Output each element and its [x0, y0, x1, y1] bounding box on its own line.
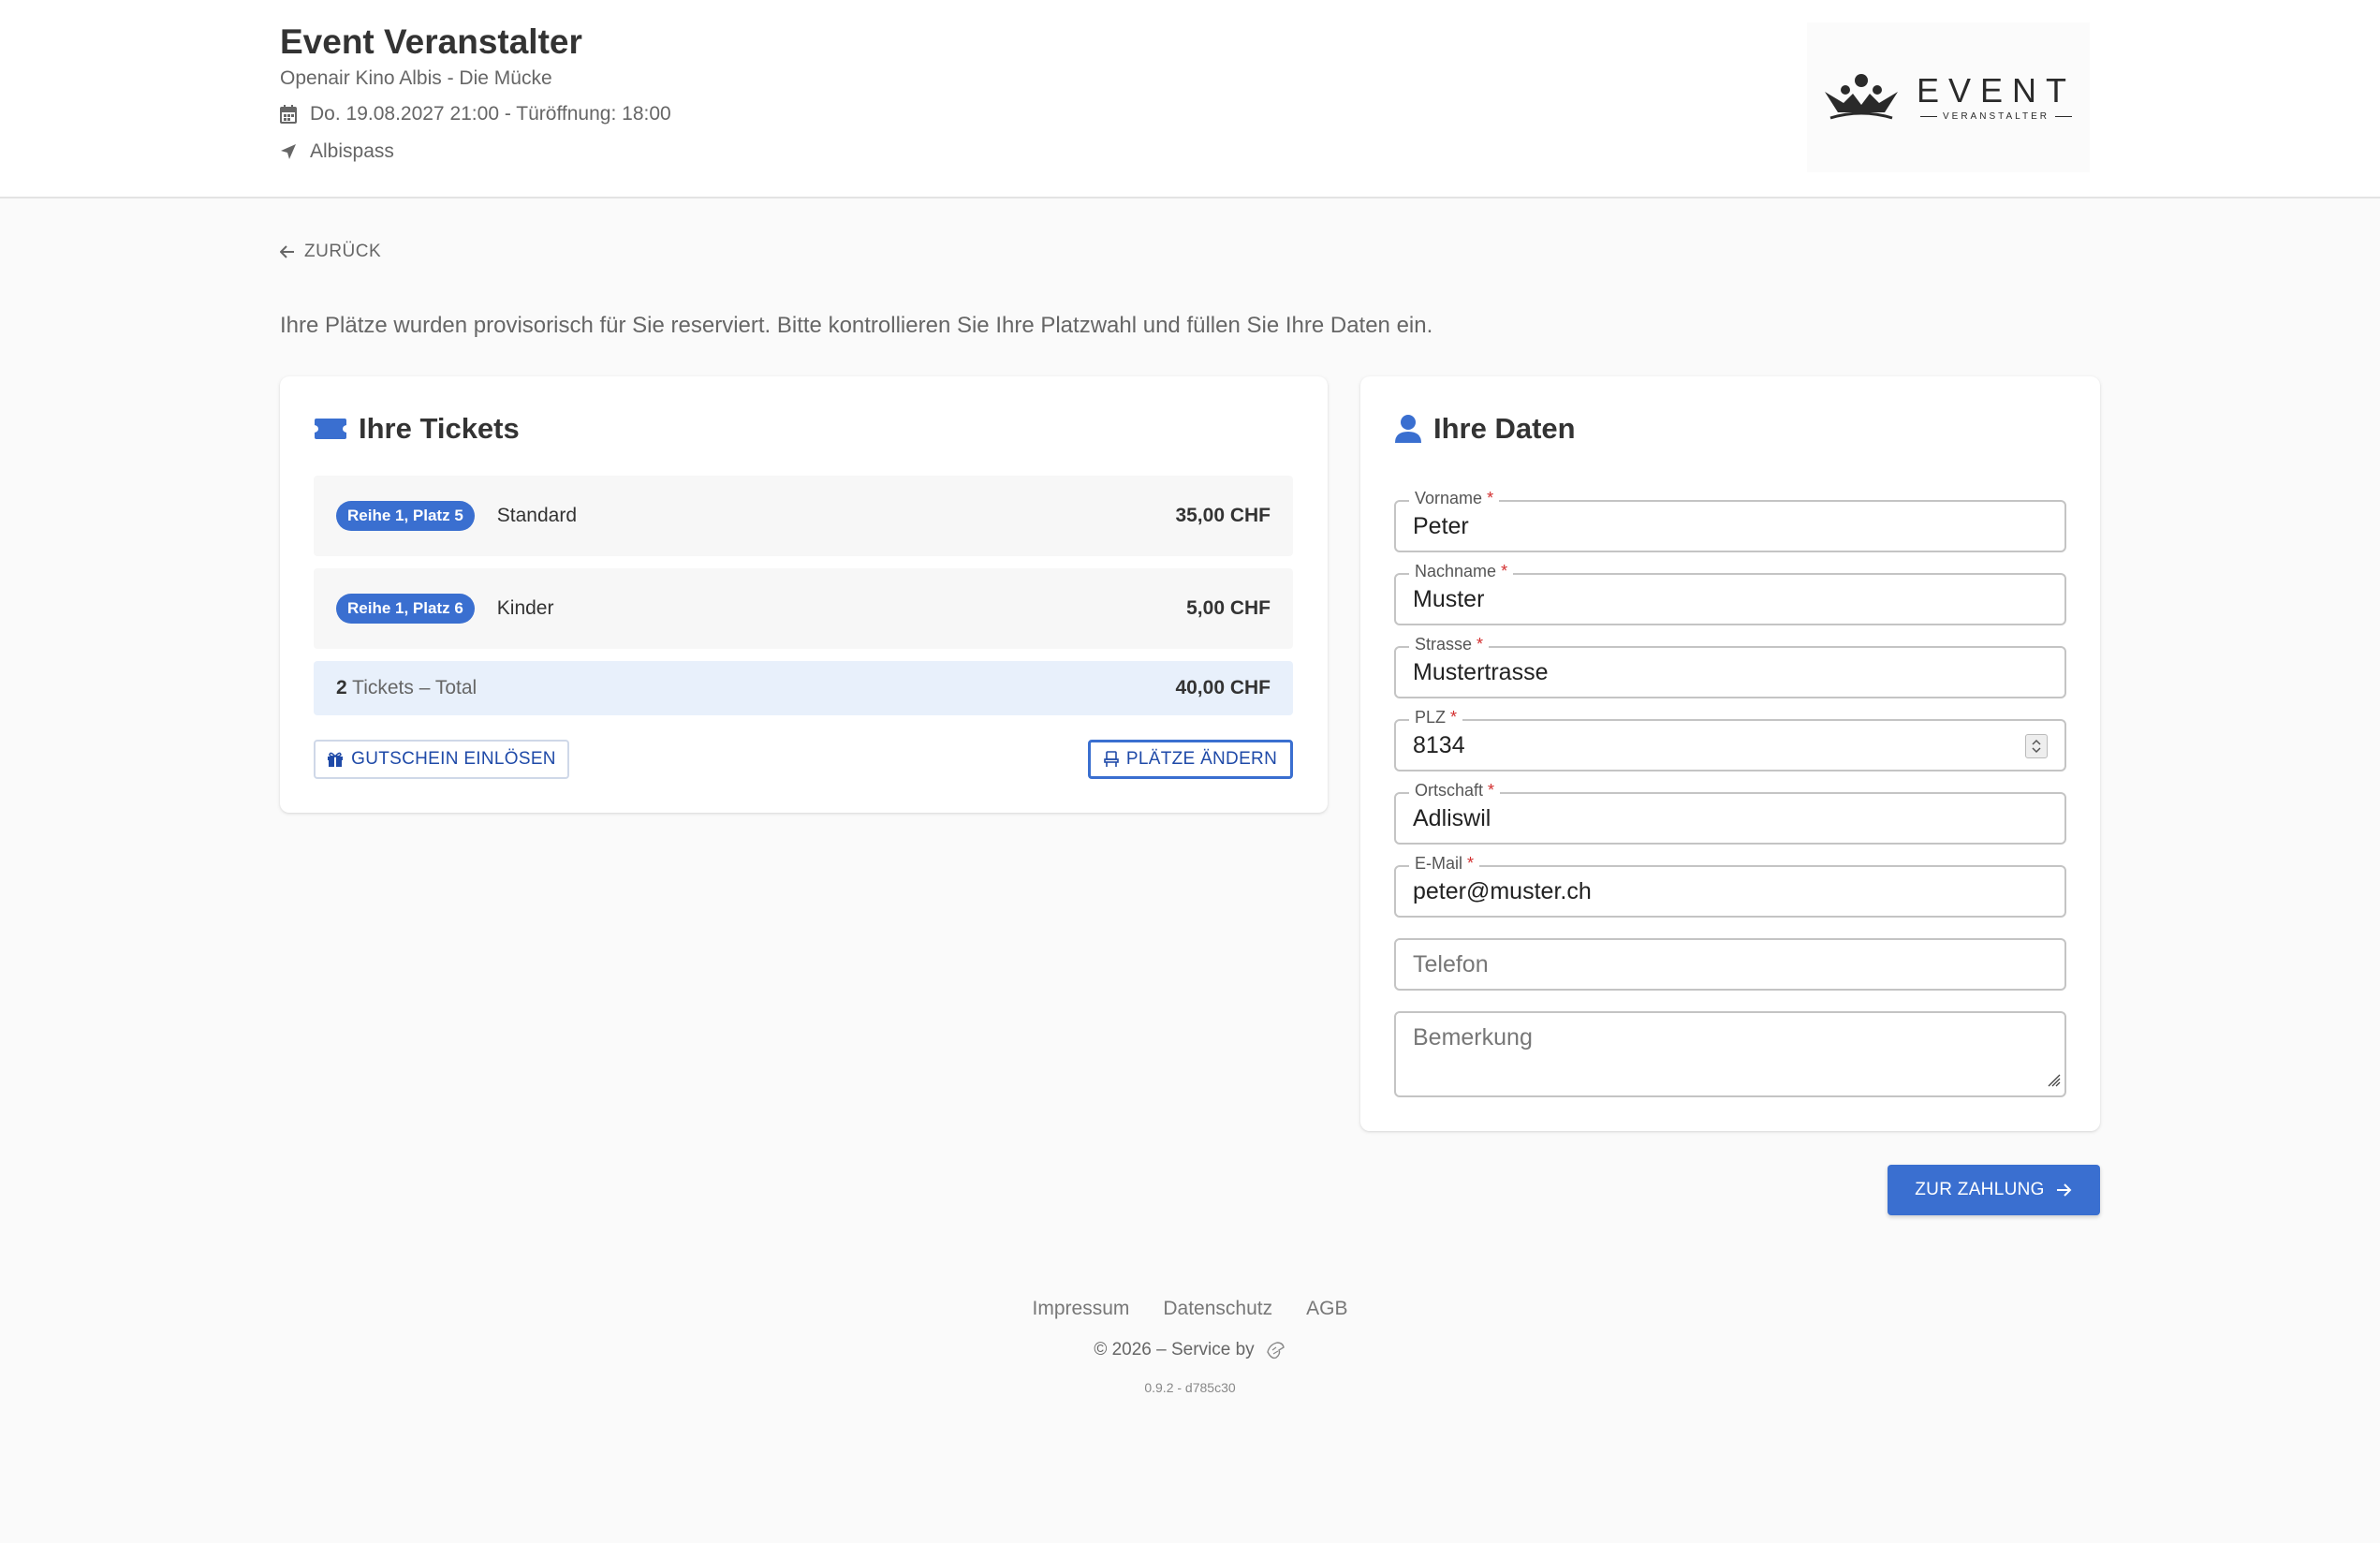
event-title: Event Veranstalter [280, 22, 582, 61]
remark-textarea[interactable] [1413, 1024, 2008, 1051]
email-input[interactable] [1413, 878, 2008, 905]
street-input[interactable] [1413, 659, 2008, 686]
city-field[interactable]: Ortschaft * [1394, 781, 2066, 845]
copyright-text: © 2026 – Service by [1094, 1340, 1255, 1359]
redeem-voucher-label: GUTSCHEIN EINLÖSEN [351, 749, 556, 769]
ticket-row: Reihe 1, Platz 6 Kinder 5,00 CHF [314, 568, 1293, 649]
footer-links: Impressum Datenschutz AGB [0, 1298, 2380, 1320]
tickets-title-text: Ihre Tickets [359, 412, 520, 445]
zip-label: PLZ * [1409, 708, 1463, 727]
phone-field[interactable] [1394, 938, 2066, 991]
event-date-text: Do. 19.08.2027 21:00 - Türöffnung: 18:00 [310, 103, 671, 125]
user-icon [1394, 414, 1422, 444]
location-arrow-icon [280, 142, 297, 161]
phone-input[interactable] [1413, 951, 2008, 978]
tickets-total-row: 2 Tickets – Total 40,00 CHF [314, 661, 1293, 715]
proceed-to-payment-button[interactable]: ZUR ZAHLUNG [1888, 1165, 2100, 1215]
zip-stepper[interactable] [2025, 734, 2048, 758]
tickets-count: 2 [336, 677, 347, 698]
firstname-input[interactable] [1413, 513, 2008, 540]
personal-data-title-text: Ihre Daten [1433, 412, 1576, 445]
lastname-input[interactable] [1413, 586, 2008, 613]
service-provider-logo-icon[interactable] [1264, 1339, 1286, 1361]
seat-badge: Reihe 1, Platz 6 [336, 594, 475, 624]
logo-people-icon [1825, 74, 1898, 120]
ticket-category: Kinder [496, 597, 554, 619]
city-input[interactable] [1413, 805, 2008, 832]
proceed-to-payment-label: ZUR ZAHLUNG [1915, 1180, 2045, 1199]
ticket-price: 5,00 CHF [1186, 597, 1271, 619]
tickets-total-label: 2 Tickets – Total [336, 677, 477, 699]
personal-data-card: Ihre Daten Vorname * Nachname * Strasse … [1360, 376, 2100, 1131]
chair-icon [1104, 751, 1119, 768]
seat-badge: Reihe 1, Platz 5 [336, 501, 475, 531]
resize-grip-icon[interactable] [2046, 1072, 2061, 1092]
street-label: Strasse * [1409, 635, 1490, 654]
email-label: E-Mail * [1409, 854, 1480, 874]
organizer-logo: EVENT VERANSTALTER [1807, 22, 2090, 172]
arrow-left-icon [280, 245, 294, 258]
firstname-label: Vorname * [1409, 489, 1500, 508]
ticket-category: Standard [496, 505, 578, 526]
back-label: ZURÜCK [304, 242, 382, 261]
logo-subtext: VERANSTALTER [1915, 111, 2078, 122]
stepper-arrows-icon [2032, 739, 2041, 754]
tickets-total-price: 40,00 CHF [1175, 677, 1271, 698]
ticket-price: 35,00 CHF [1175, 505, 1271, 526]
back-link[interactable]: ZURÜCK [280, 242, 381, 262]
event-location: Albispass [280, 140, 394, 163]
tickets-total-text: Tickets – Total [346, 677, 477, 698]
arrow-right-icon [2056, 1183, 2073, 1198]
event-subtitle: Openair Kino Albis - Die Mücke [280, 67, 552, 89]
gift-icon [327, 751, 344, 768]
app-version: 0.9.2 - d785c30 [1144, 1380, 1236, 1395]
copyright: © 2026 – Service by [0, 1339, 2380, 1361]
lastname-label: Nachname * [1409, 562, 1514, 581]
change-seats-button[interactable]: PLÄTZE ÄNDERN [1088, 740, 1293, 779]
zip-field[interactable]: PLZ * [1394, 708, 2066, 772]
footer-link-datenschutz[interactable]: Datenschutz [1163, 1298, 1272, 1320]
zip-input[interactable] [1413, 732, 2008, 759]
calendar-icon [280, 105, 297, 124]
event-date: Do. 19.08.2027 21:00 - Türöffnung: 18:00 [280, 103, 671, 125]
ticket-icon [314, 417, 347, 441]
redeem-voucher-button[interactable]: GUTSCHEIN EINLÖSEN [314, 740, 569, 779]
email-field[interactable]: E-Mail * [1394, 854, 2066, 918]
street-field[interactable]: Strasse * [1394, 635, 2066, 698]
footer-link-agb[interactable]: AGB [1306, 1298, 1347, 1320]
logo-text: EVENT [1916, 70, 2076, 110]
ticket-row: Reihe 1, Platz 5 Standard 35,00 CHF [314, 476, 1293, 556]
change-seats-label: PLÄTZE ÄNDERN [1125, 749, 1278, 769]
lastname-field[interactable]: Nachname * [1394, 562, 2066, 625]
footer-link-impressum[interactable]: Impressum [1033, 1298, 1130, 1320]
event-location-text: Albispass [310, 140, 394, 162]
intro-text: Ihre Plätze wurden provisorisch für Sie … [280, 313, 1433, 338]
remark-field[interactable] [1394, 1011, 2066, 1097]
city-label: Ortschaft * [1409, 781, 1501, 801]
tickets-title: Ihre Tickets [314, 412, 520, 446]
firstname-field[interactable]: Vorname * [1394, 489, 2066, 552]
tickets-card: Ihre Tickets Reihe 1, Platz 5 Standard 3… [280, 376, 1328, 813]
personal-data-title: Ihre Daten [1394, 412, 1576, 446]
page-header: Event Veranstalter Openair Kino Albis - … [0, 0, 2380, 198]
